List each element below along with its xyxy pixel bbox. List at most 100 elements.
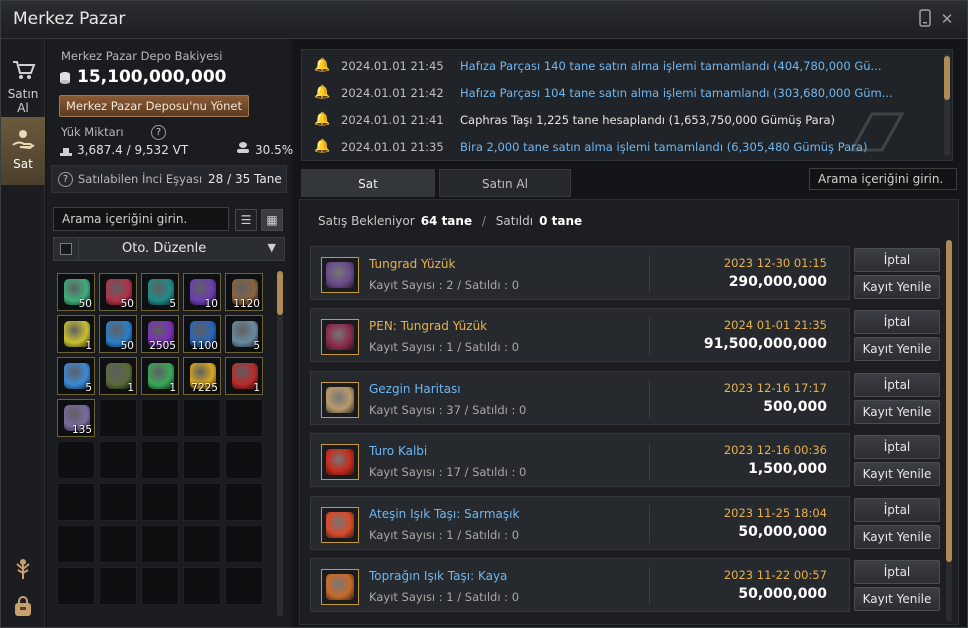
inventory-slot[interactable] [141,441,179,479]
divider [649,379,650,418]
inventory-slot[interactable] [99,567,137,605]
inventory-slot[interactable]: 7225 [183,357,221,395]
listing-date: 2024 01-01 21:35 [723,318,827,333]
inventory-slot[interactable]: 5 [141,273,179,311]
close-icon[interactable]: ✕ [937,9,957,29]
cancel-button[interactable]: İptal [854,372,940,397]
inventory-slot[interactable]: 1 [57,315,95,353]
side-nav: Satın Al Sat [1,39,45,627]
inventory-slot[interactable] [57,441,95,479]
inventory-slot[interactable]: 2505 [141,315,179,353]
inventory-slot[interactable] [183,567,221,605]
inventory-slot[interactable]: 5 [225,315,263,353]
inventory-slot[interactable] [57,567,95,605]
log-time: 2024.01.01 21:42 [341,86,444,100]
item-count: 1 [127,382,134,394]
inventory-slot[interactable] [141,525,179,563]
left-panel: Merkez Pazar Depo Bakiyesi 15,100,000,00… [47,39,293,627]
inventory-slot[interactable] [57,483,95,521]
auto-sort-checkbox[interactable] [60,243,72,255]
grid-view-icon[interactable]: ▦ [261,209,283,231]
inventory-slot[interactable]: 1 [141,357,179,395]
renew-button[interactable]: Kayıt Yenile [854,587,940,611]
item-count: 5 [169,298,176,310]
inventory-slot[interactable]: 1 [225,357,263,395]
item-count: 5 [253,340,260,352]
chevron-down-icon[interactable]: ▼ [268,241,276,254]
log-time: 2024.01.01 21:45 [341,59,444,73]
inventory-slot[interactable] [99,525,137,563]
renew-button[interactable]: Kayıt Yenile [854,524,940,549]
list-view-icon[interactable]: ☰ [235,209,257,231]
inventory-slot[interactable] [183,441,221,479]
item-count: 50 [78,298,92,310]
inventory-slot[interactable] [225,441,263,479]
help-icon[interactable]: ? [151,125,166,140]
scroll-thumb[interactable] [946,240,952,562]
inventory-slot[interactable] [183,483,221,521]
inventory-slot[interactable] [183,399,221,437]
inventory-slot[interactable]: 10 [183,273,221,311]
listing-counts: Kayıt Sayısı : 1 / Satıldı : 0 [369,527,520,542]
cart-icon [13,61,36,79]
auto-sort-bar[interactable]: Oto. Düzenle ▼ [53,237,285,261]
inventory-slot[interactable] [99,399,137,437]
renew-button[interactable]: Kayıt Yenile [854,399,940,424]
inventory-slot[interactable] [225,567,263,605]
listing-search-input[interactable]: Arama içeriğini girin. [809,168,957,190]
inventory-slot[interactable] [183,525,221,563]
renew-button[interactable]: Kayıt Yenile [854,275,940,299]
listing-row[interactable]: Toprağın Işık Taşı: Kaya Kayıt Sayısı : 1… [310,558,850,612]
inventory-slot[interactable]: 135 [57,399,95,437]
item-count: 1100 [191,340,218,352]
cancel-button[interactable]: İptal [854,560,940,584]
title-bar: Merkez Pazar ✕ [1,1,967,39]
inventory-slot[interactable] [99,483,137,521]
inventory-slot[interactable] [225,483,263,521]
tree-icon[interactable] [11,557,35,584]
renew-button[interactable]: Kayıt Yenile [854,337,940,362]
nav-buy[interactable]: Satın Al [1,47,45,115]
scroll-thumb[interactable] [944,56,950,100]
inventory-slot[interactable]: 1120 [225,273,263,311]
log-message: Bira 2,000 tane satın alma işlemi tamaml… [460,140,868,154]
renew-button[interactable]: Kayıt Yenile [854,462,940,487]
inventory-slot[interactable] [141,483,179,521]
listing-row[interactable]: Ateşin Işık Taşı: Sarmaşık Kayıt Sayısı :… [310,495,850,550]
inventory-slot[interactable]: 1100 [183,315,221,353]
nav-sell[interactable]: Sat [1,117,45,185]
mobile-icon[interactable] [915,9,935,29]
listing-row[interactable]: PEN: Tungrad Yüzük Kayıt Sayısı : 1 / Sat… [310,308,850,363]
nav-buy-label: Satın Al [7,87,39,115]
log-message: Hafıza Parçası 140 tane satın alma işlem… [460,59,882,73]
inventory-slot[interactable] [141,399,179,437]
bag-icon[interactable] [11,595,35,622]
tab-sell[interactable]: Sat [301,169,435,197]
help-icon[interactable]: ? [58,172,73,187]
inventory-slot[interactable]: 50 [57,273,95,311]
cancel-button[interactable]: İptal [854,435,940,460]
inventory-slot[interactable]: 50 [99,273,137,311]
cancel-button[interactable]: İptal [854,310,940,335]
tab-buy[interactable]: Satın Al [439,169,571,197]
cancel-button[interactable]: İptal [854,248,940,272]
listings-scrollbar[interactable] [946,240,952,622]
inventory-slot[interactable] [225,399,263,437]
inventory-scrollbar[interactable] [277,271,283,617]
listing-row[interactable]: Tungrad Yüzük Kayıt Sayısı : 2 / Satıldı … [310,246,850,300]
inventory-slot[interactable]: 1 [99,357,137,395]
item-count: 1120 [233,298,260,310]
inventory-slot[interactable] [57,525,95,563]
inventory-search-input[interactable]: Arama içeriğini girin. [53,207,229,231]
inventory-slot[interactable]: 50 [99,315,137,353]
cancel-button[interactable]: İptal [854,497,940,522]
inventory-slot[interactable] [141,567,179,605]
inventory-slot[interactable]: 5 [57,357,95,395]
scroll-thumb[interactable] [277,271,283,315]
listing-row[interactable]: Gezgin Haritası Kayıt Sayısı : 37 / Satıl… [310,370,850,425]
log-scrollbar[interactable] [944,54,950,156]
listing-row[interactable]: Turo Kalbi Kayıt Sayısı : 17 / Satıldı : … [310,433,850,488]
manage-depot-button[interactable]: Merkez Pazar Deposu'nu Yönet [59,95,249,117]
inventory-slot[interactable] [99,441,137,479]
inventory-slot[interactable] [225,525,263,563]
